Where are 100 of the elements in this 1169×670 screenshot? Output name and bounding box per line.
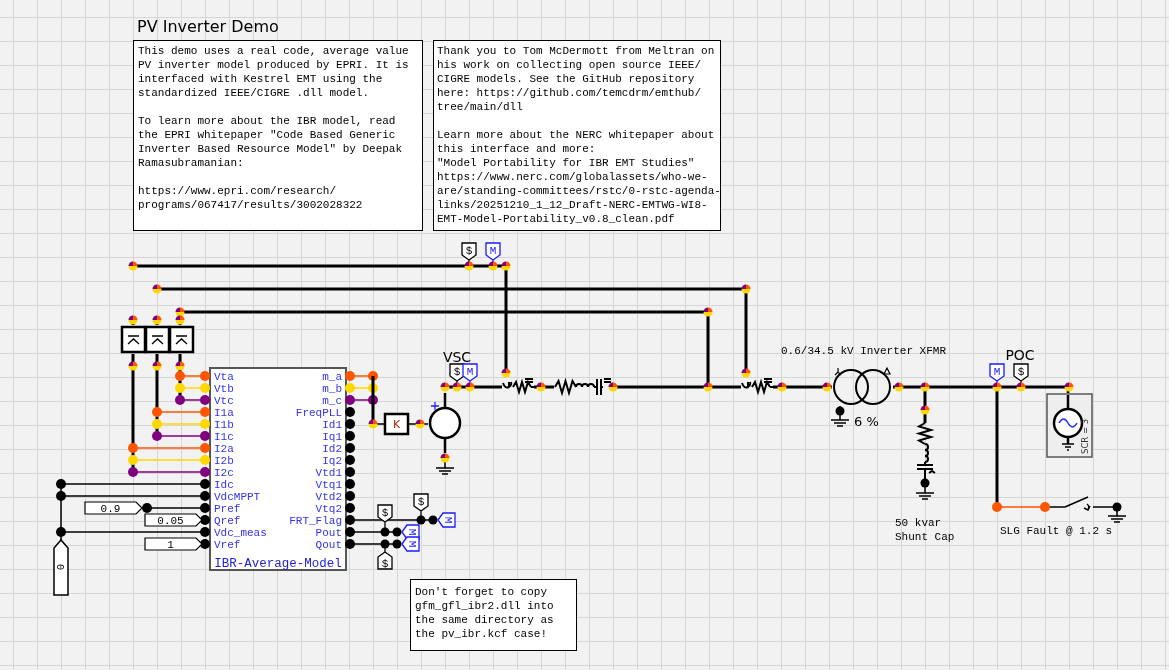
pin-label: Vtq2	[315, 503, 342, 515]
node-dot	[920, 478, 930, 488]
node-dot	[920, 382, 930, 392]
current-sensor-drawing	[168, 325, 195, 354]
node-dot	[392, 539, 402, 549]
pin-label: Idc	[214, 479, 234, 491]
node-dot	[152, 315, 162, 325]
diagram-title: PV Inverter Demo	[137, 17, 279, 36]
node-dot	[777, 382, 787, 392]
current-meter-drawing	[741, 378, 774, 393]
node-dot	[822, 382, 832, 392]
gain-block	[383, 412, 410, 436]
pin-label: Vtq1	[315, 479, 342, 491]
shunt-rlc-drawing	[916, 422, 936, 475]
text-note: Don't forget to copy gfm_gfl_ibr2.dll into the same directory as the pv_ibr.kcf case!	[410, 579, 577, 651]
node-dot	[142, 503, 152, 513]
node-dot	[488, 261, 498, 271]
node-dot	[56, 491, 66, 501]
pin-label: I2a	[214, 443, 234, 455]
current-sensor-drawing	[144, 325, 171, 354]
node-dot	[1016, 382, 1026, 392]
node-dot	[920, 405, 930, 415]
node-dot	[1064, 382, 1074, 392]
node-dot	[152, 284, 162, 294]
pin-label: Id2	[322, 443, 342, 455]
ground-icon	[915, 486, 935, 500]
pin-label: m_b	[322, 383, 342, 395]
current-sensor-drawing	[120, 325, 147, 354]
pin-label: I1c	[214, 431, 234, 443]
node-dot	[175, 361, 185, 371]
series-rlc-drawing	[554, 378, 612, 396]
constant-block	[84, 501, 143, 515]
probe-tag: $	[377, 543, 393, 570]
node-dot	[415, 419, 425, 429]
node-dot	[428, 515, 438, 525]
node-dot	[56, 479, 66, 489]
node-dot	[440, 453, 450, 463]
current-meter-drawing	[502, 378, 535, 393]
node-dot	[1112, 502, 1122, 512]
wire	[773, 385, 832, 389]
constant-block	[144, 513, 203, 527]
ground-icon	[830, 413, 850, 427]
dc-source-block	[53, 538, 69, 596]
switch-drawing	[1064, 496, 1091, 511]
pin-label: Qout	[315, 539, 342, 551]
node-dot	[741, 368, 751, 378]
meter-tag: M	[462, 363, 478, 388]
block-title: IBR-Average-Model	[214, 557, 342, 571]
pin-label: I2c	[214, 467, 234, 479]
ground-icon	[435, 461, 455, 475]
node-dot	[392, 527, 402, 537]
node-dot	[175, 307, 185, 317]
node-dot	[175, 315, 185, 325]
component-label: SLG Fault @ 1.2 s	[1000, 525, 1113, 537]
node-dot	[835, 406, 845, 416]
impedance-label: 6 %	[854, 414, 879, 429]
node-dot	[128, 361, 138, 371]
component-label: 50 kvar Shunt Cap	[895, 517, 955, 543]
pin-label: I2b	[214, 455, 234, 467]
text-note: Thank you to Tom McDermott from Meltran on his work on collecting open source IEEE/ CIGRE models. See the GitHub repository here: https://github.com/temcdrm/emthub/ tree/main/dll Learn more about the NERC whitepaper about this interface and more: "Model Portability for IBR EMT Studies" https://www.nerc.com/globalassets/who-we- are/standing-committees/rstc/0-rstc-agenda- links/20251210_1_12_Draft-NERC-EMTWG-WI8- EMT-Model-Portability_v0.8_clean.pdf	[433, 40, 721, 231]
pin-label: VdcMPPT	[214, 491, 261, 503]
pin-label: m_a	[322, 371, 342, 383]
component-label: VSC	[442, 349, 472, 365]
ground-icon	[1107, 509, 1127, 523]
node-dot	[452, 382, 462, 392]
pin-label: Vtd1	[315, 467, 342, 479]
node-dot	[152, 361, 162, 371]
node-dot	[465, 382, 475, 392]
pin-label: Vtc	[214, 395, 234, 407]
pin-label: Id1	[322, 419, 342, 431]
node-dot	[741, 284, 751, 294]
constant-value: 0.05	[157, 515, 184, 527]
pin-label: I1b	[214, 419, 234, 431]
pin-label: Vtd2	[315, 491, 342, 503]
node-dot	[501, 368, 511, 378]
node-dot	[703, 382, 713, 392]
node-dot	[536, 382, 546, 392]
grid-source-drawing	[1046, 393, 1093, 458]
pin-label: Pout	[315, 527, 342, 539]
meter-tag: M	[437, 512, 456, 528]
node-dot	[894, 382, 904, 392]
node-dot	[1040, 502, 1050, 512]
pin-label: FRT_Flag	[289, 515, 342, 527]
component-label: 0.6/34.5 kV Inverter XFMR	[781, 345, 947, 357]
wire	[407, 423, 429, 425]
pin-label: FreqPLL	[295, 407, 342, 419]
node-dot	[608, 382, 618, 392]
pin-label: Qref	[214, 515, 241, 527]
source-label: SCR = 3	[1080, 418, 1090, 454]
gain-label: K	[392, 418, 401, 431]
text-note: This demo uses a real code, average value PV inverter model produced by EPRI. It is interfaced with Kestrel EMT using the standardized IEEE/CIGRE .dll model. To learn more about the IBR model, read the EPRI whitepaper "Code Based Generic Inverter Based Resource Model" by Deepak Ramasubramanian: https://www.epri.com/research/ programs/067417/results/3002028322	[133, 40, 423, 231]
probe-tag: $	[413, 493, 429, 521]
pin-label: Vdc_meas	[214, 527, 267, 539]
meter-tag: M	[989, 363, 1005, 388]
node-dot	[128, 315, 138, 325]
source-value: 0	[55, 564, 67, 570]
pin-label: Iq2	[322, 455, 342, 467]
pin-label: Iq1	[322, 431, 342, 443]
node-dot	[992, 502, 1002, 512]
pin-label: m_c	[322, 395, 342, 407]
